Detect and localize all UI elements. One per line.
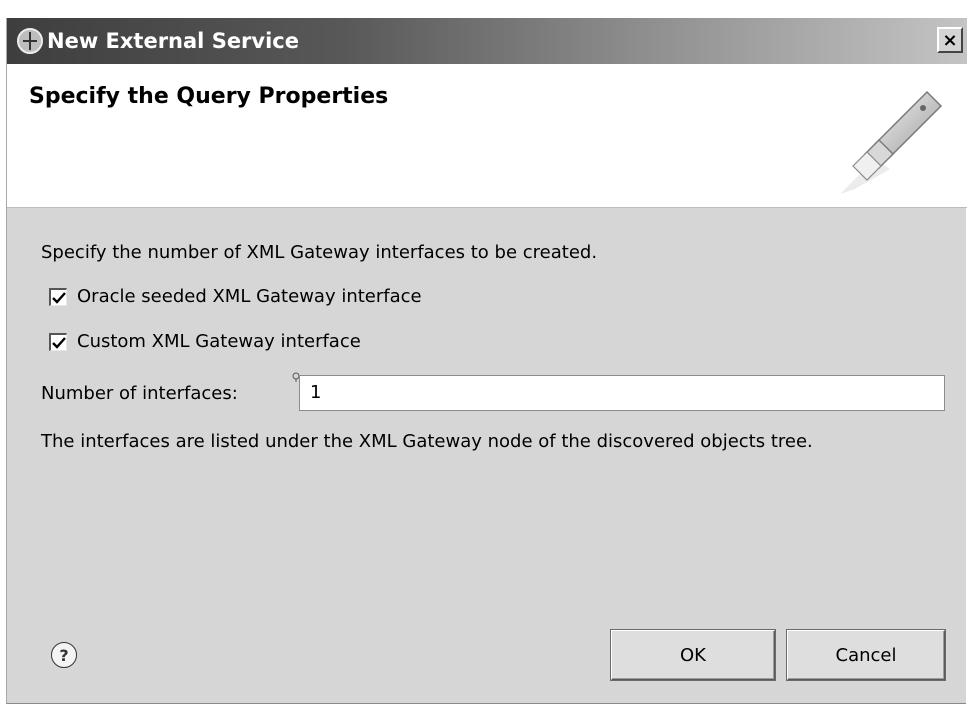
custom-xml-checkbox[interactable] — [49, 332, 67, 351]
number-of-interfaces-label: Number of interfaces: — [41, 383, 238, 404]
close-button[interactable]: × — [937, 27, 963, 53]
custom-xml-label: Custom XML Gateway interface — [77, 331, 361, 352]
oracle-seeded-label: Oracle seeded XML Gateway interface — [77, 286, 422, 307]
plug-connector-icon — [840, 90, 943, 194]
window-title: New External Service — [47, 29, 299, 53]
service-icon — [17, 28, 43, 54]
new-external-service-dialog: New External Service × Specify the Query… — [6, 18, 967, 704]
checkmark-icon — [52, 291, 66, 304]
custom-xml-checkbox-row[interactable]: Custom XML Gateway interface — [49, 331, 361, 352]
page-title: Specify the Query Properties — [29, 84, 389, 109]
number-of-interfaces-input[interactable]: 1 — [299, 375, 945, 411]
instruction-text: Specify the number of XML Gateway interf… — [41, 242, 598, 263]
note-text: The interfaces are listed under the XML … — [41, 431, 813, 452]
wizard-header: Specify the Query Properties — [7, 64, 967, 208]
oracle-seeded-checkbox-row[interactable]: Oracle seeded XML Gateway interface — [49, 286, 422, 307]
oracle-seeded-checkbox[interactable] — [49, 287, 67, 306]
help-icon[interactable]: ? — [51, 642, 77, 668]
cancel-button[interactable]: Cancel — [787, 630, 945, 680]
title-bar[interactable]: New External Service × — [7, 18, 967, 64]
checkmark-icon — [52, 336, 66, 349]
ok-button[interactable]: OK — [611, 630, 775, 680]
